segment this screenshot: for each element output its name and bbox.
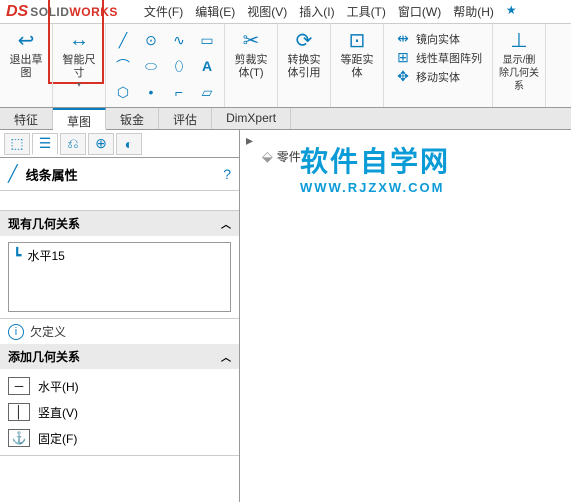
line-property-icon: ╱ xyxy=(8,164,18,184)
menu-help[interactable]: 帮助(H) xyxy=(453,3,494,20)
ptab-feature-icon[interactable]: ⬚ xyxy=(4,133,30,155)
slot-tool-icon[interactable]: ⬭ xyxy=(138,54,164,78)
section-existing-relations: 现有几何关系 ︿ ┗ 水平15 xyxy=(0,211,239,319)
pattern-button[interactable]: ⊞线性草图阵列 xyxy=(394,49,482,66)
smart-dimension-icon: ↔ xyxy=(69,28,89,52)
move-icon: ✥ xyxy=(394,68,412,85)
chevron-up-icon: ︿ xyxy=(221,216,231,231)
watermark-url: WWW.RJZXW.COM xyxy=(300,180,450,195)
menu-insert[interactable]: 插入(I) xyxy=(299,3,334,20)
part-icon: ⬙ xyxy=(262,148,273,165)
pattern-icon: ⊞ xyxy=(394,49,412,66)
viewport[interactable]: ▸ ⬙ 零件 软件自学网 WWW.RJZXW.COM xyxy=(240,130,571,502)
add-horizontal-button[interactable]: ─ 水平(H) xyxy=(8,375,231,397)
menu-window[interactable]: 窗口(W) xyxy=(398,3,441,20)
fix-icon: ⚓ xyxy=(8,429,30,447)
property-panel: ⬚ ☰ ⎌ ⊕ ◐ ╱ 线条属性 ? 现有几何关系 ︿ ┗ 水平15 xyxy=(0,130,240,502)
ribbon-group-dim: ↔ 智能尺寸 ▾ xyxy=(53,24,106,107)
display-relations-button[interactable]: ⊥ 显示/删除几何关系 xyxy=(499,28,539,93)
tab-evaluate[interactable]: 评估 xyxy=(159,108,212,129)
convert-button[interactable]: ⟳ 转换实体引用 xyxy=(284,28,324,80)
add-fix-button[interactable]: ⚓ 固定(F) xyxy=(8,427,231,449)
text-tool-icon[interactable]: A xyxy=(194,54,220,78)
fillet-tool-icon[interactable]: ⌐ xyxy=(166,80,192,104)
ellipse-tool-icon[interactable]: ⬯ xyxy=(166,54,192,78)
help-icon[interactable]: ? xyxy=(223,166,231,182)
ribbon-group-sketch: ↩ 退出草图 xyxy=(0,24,53,107)
mirror-icon: ⇹ xyxy=(394,30,412,47)
exit-sketch-icon: ↩ xyxy=(18,28,35,52)
section-head-existing[interactable]: 现有几何关系 ︿ xyxy=(0,211,239,236)
relations-icon: ⊥ xyxy=(510,28,527,52)
spline-tool-icon[interactable]: ∿ xyxy=(166,28,192,52)
main-area: ⬚ ☰ ⎌ ⊕ ◐ ╱ 线条属性 ? 现有几何关系 ︿ ┗ 水平15 xyxy=(0,130,571,502)
plane-tool-icon[interactable]: ▱ xyxy=(194,80,220,104)
trim-button[interactable]: ✂ 剪裁实体(T) xyxy=(231,28,271,80)
add-vertical-button[interactable]: │ 竖直(V) xyxy=(8,401,231,423)
horizontal-icon: ─ xyxy=(8,377,30,395)
tree-part-node[interactable]: ⬙ 零件 xyxy=(262,148,301,165)
rect-tool-icon[interactable]: ▭ xyxy=(194,28,220,52)
tab-sketch[interactable]: 草图 xyxy=(53,108,106,130)
circle-tool-icon[interactable]: ⊙ xyxy=(138,28,164,52)
point-tool-icon[interactable]: • xyxy=(138,80,164,104)
section-head-add[interactable]: 添加几何关系 ︿ xyxy=(0,344,239,369)
tab-sheetmetal[interactable]: 钣金 xyxy=(106,108,159,129)
dropdown-icon[interactable]: ▾ xyxy=(77,80,81,89)
horizontal-relation-icon: ┗ xyxy=(13,247,21,264)
menu-view[interactable]: 视图(V) xyxy=(247,3,287,20)
property-toolbar xyxy=(0,191,239,211)
ribbon-group-modify: ⇹镜向实体 ⊞线性草图阵列 ✥移动实体 xyxy=(384,24,493,107)
arc-tool-icon[interactable]: ⌒ xyxy=(110,54,136,78)
ptab-dimxpert-icon[interactable]: ⊕ xyxy=(88,133,114,155)
tab-dimxpert[interactable]: DimXpert xyxy=(212,108,291,129)
chevron-up-icon: ︿ xyxy=(221,349,231,364)
relation-item[interactable]: 水平15 xyxy=(27,247,64,264)
logo-text: SOLIDWORKS xyxy=(30,5,118,19)
ptab-config-icon[interactable]: ⎌ xyxy=(60,133,86,155)
watermark: 软件自学网 WWW.RJZXW.COM xyxy=(300,140,450,195)
ribbon-group-draw: ╱ ⊙ ∿ ▭ ⌒ ⬭ ⬯ A ⬡ • ⌐ ▱ xyxy=(106,24,225,107)
info-icon: i xyxy=(8,324,24,340)
watermark-title: 软件自学网 xyxy=(300,140,450,180)
property-title: 线条属性 xyxy=(26,165,224,184)
ribbon: ↩ 退出草图 ↔ 智能尺寸 ▾ ╱ ⊙ ∿ ▭ ⌒ ⬭ ⬯ A ⬡ • ⌐ ▱ … xyxy=(0,24,571,108)
line-tool-icon[interactable]: ╱ xyxy=(110,28,136,52)
smart-dimension-button[interactable]: ↔ 智能尺寸 ▾ xyxy=(59,28,99,89)
menu-items: 文件(F) 编辑(E) 视图(V) 插入(I) 工具(T) 窗口(W) 帮助(H… xyxy=(144,3,517,20)
ribbon-group-offset: ⊡ 等距实体 xyxy=(331,24,384,107)
ribbon-group-convert: ⟳ 转换实体引用 xyxy=(278,24,331,107)
exit-sketch-button[interactable]: ↩ 退出草图 xyxy=(6,28,46,80)
relations-listbox[interactable]: ┗ 水平15 xyxy=(8,242,231,312)
app-logo: DS SOLIDWORKS xyxy=(0,3,124,21)
tab-features[interactable]: 特征 xyxy=(0,108,53,129)
offset-button[interactable]: ⊡ 等距实体 xyxy=(337,28,377,80)
menubar: DS SOLIDWORKS 文件(F) 编辑(E) 视图(V) 插入(I) 工具… xyxy=(0,0,571,24)
menu-edit[interactable]: 编辑(E) xyxy=(195,3,235,20)
move-button[interactable]: ✥移动实体 xyxy=(394,68,482,85)
menu-file[interactable]: 文件(F) xyxy=(144,3,183,20)
solidworks-logo-icon: DS xyxy=(6,3,28,21)
breadcrumb-arrow-icon[interactable]: ▸ xyxy=(246,132,253,149)
section-add-relations: 添加几何关系 ︿ ─ 水平(H) │ 竖直(V) ⚓ 固定(F) xyxy=(0,344,239,456)
status-text: 欠定义 xyxy=(30,323,66,340)
convert-icon: ⟳ xyxy=(296,28,313,52)
polygon-tool-icon[interactable]: ⬡ xyxy=(110,80,136,104)
offset-icon: ⊡ xyxy=(349,28,366,52)
menu-tools[interactable]: 工具(T) xyxy=(347,3,386,20)
vertical-icon: │ xyxy=(8,403,30,421)
ribbon-group-trim: ✂ 剪裁实体(T) xyxy=(225,24,278,107)
property-header: ╱ 线条属性 ? xyxy=(0,158,239,191)
status-row: i 欠定义 xyxy=(0,319,239,344)
ptab-property-icon[interactable]: ☰ xyxy=(32,133,58,155)
ptab-appearance-icon[interactable]: ◐ xyxy=(116,133,142,155)
panel-tabs: ⬚ ☰ ⎌ ⊕ ◐ xyxy=(0,130,239,158)
ribbon-group-relations: ⊥ 显示/删除几何关系 xyxy=(493,24,546,107)
mirror-button[interactable]: ⇹镜向实体 xyxy=(394,30,482,47)
menu-search-icon[interactable]: ★ xyxy=(506,3,517,20)
command-tabs: 特征 草图 钣金 评估 DimXpert xyxy=(0,108,571,130)
trim-icon: ✂ xyxy=(243,28,260,52)
